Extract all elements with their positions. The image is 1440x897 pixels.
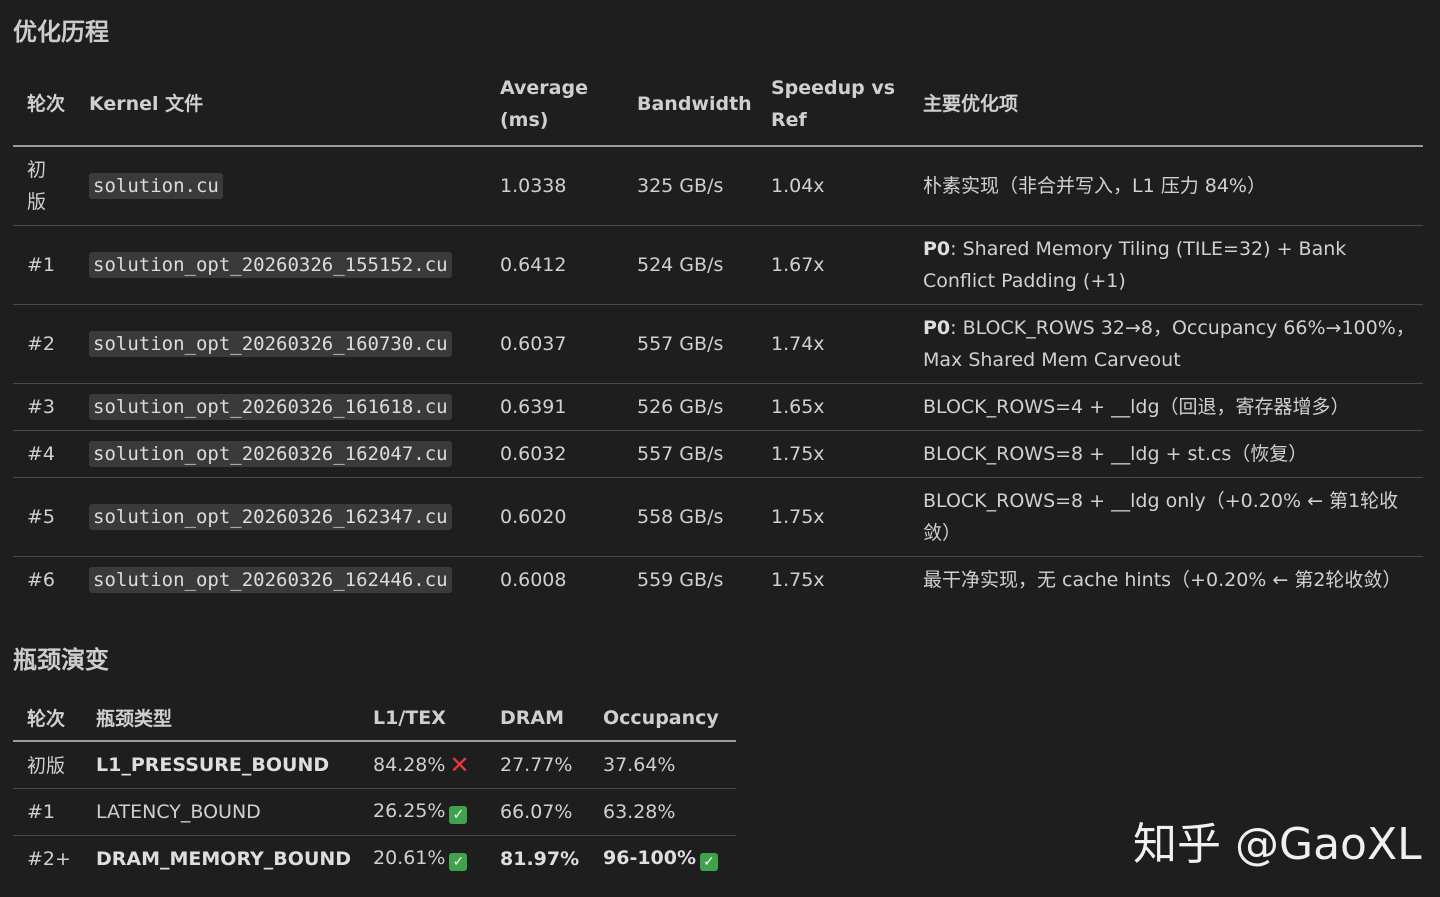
cell-average: 0.6020 xyxy=(500,505,567,528)
cell-optimization: 最干净实现，无 cache hints（+0.20% ← 第2轮收敛） xyxy=(923,568,1402,591)
cell-speedup: 1.75x xyxy=(771,442,825,465)
cell-bandwidth: 557 GB/s xyxy=(637,332,724,355)
cell-dram: 81.97% xyxy=(500,847,580,870)
cell-round: #4 xyxy=(27,442,56,465)
cell-average: 0.6412 xyxy=(500,253,567,276)
cell-kernel: solution_opt_20260326_162446.cu xyxy=(75,556,486,603)
bottleneck-table: 轮次 瓶颈类型 L1/TEX DRAM Occupancy 初版 L1_PRES… xyxy=(13,695,736,882)
kernel-filename: solution_opt_20260326_161618.cu xyxy=(89,393,452,420)
cell-speedup: 1.75x xyxy=(771,505,825,528)
cell-occupancy: 96-100% ✓ xyxy=(589,835,736,882)
cell-l1tex: 84.28% ✕ xyxy=(373,750,470,779)
table-header-row: 轮次 瓶颈类型 L1/TEX DRAM Occupancy xyxy=(13,695,736,741)
table-row: #4 solution_opt_20260326_162047.cu 0.603… xyxy=(13,430,1423,477)
cell-round: 初版 xyxy=(27,755,66,778)
section-title-history: 优化历程 xyxy=(13,18,109,46)
check-mark-icon: ✓ xyxy=(449,805,468,824)
cell-average: 0.6391 xyxy=(500,395,567,418)
table-row: #2+ DRAM_MEMORY_BOUND 20.61% ✓ 81.97% 96-… xyxy=(13,835,736,882)
header-round: 轮次 xyxy=(27,708,66,730)
cell-speedup: 1.74x xyxy=(771,332,825,355)
cell-bandwidth: 526 GB/s xyxy=(637,395,724,418)
header-opt: 主要优化项 xyxy=(923,92,1019,115)
cell-bandwidth: 524 GB/s xyxy=(637,253,724,276)
cell-kernel: solution_opt_20260326_161618.cu xyxy=(75,383,486,430)
cell-average: 0.6008 xyxy=(500,568,567,591)
cell-speedup: 1.67x xyxy=(771,253,825,276)
cell-round: #2 xyxy=(27,332,56,355)
cell-speedup: 1.75x xyxy=(771,568,825,591)
section-title-bottleneck: 瓶颈演变 xyxy=(13,646,109,674)
header-average: Average (ms) xyxy=(500,76,588,131)
cell-l1tex: 26.25% ✓ xyxy=(359,788,486,835)
priority-label: P0 xyxy=(923,237,951,260)
cell-kernel: solution_opt_20260326_160730.cu xyxy=(75,304,486,383)
cell-dram: 66.07% xyxy=(500,800,573,823)
cell-bandwidth: 558 GB/s xyxy=(637,505,724,528)
header-bandwidth: Bandwidth xyxy=(637,92,752,115)
table-row: #2 solution_opt_20260326_160730.cu 0.603… xyxy=(13,304,1423,383)
cell-occupancy: 63.28% xyxy=(603,800,676,823)
cell-optimization: BLOCK_ROWS=8 + __ldg + st.cs（恢复） xyxy=(923,442,1308,465)
header-kernel: Kernel 文件 xyxy=(89,92,204,115)
kernel-filename: solution_opt_20260326_162047.cu xyxy=(89,440,452,467)
cell-type: L1_PRESSURE_BOUND xyxy=(96,753,330,776)
cell-speedup: 1.04x xyxy=(771,174,825,197)
cell-type: LATENCY_BOUND xyxy=(96,800,261,823)
cell-average: 1.0338 xyxy=(500,174,567,197)
priority-label: P0 xyxy=(923,316,951,339)
cell-optimization: P0: Shared Memory Tiling (TILE=32) + Ban… xyxy=(923,237,1347,292)
cell-kernel: solution_opt_20260326_155152.cu xyxy=(75,225,486,304)
table-row: #5 solution_opt_20260326_162347.cu 0.602… xyxy=(13,477,1423,556)
cell-round: #5 xyxy=(27,505,56,528)
cell-average: 0.6037 xyxy=(500,332,567,355)
cell-speedup: 1.65x xyxy=(771,395,825,418)
header-occupancy: Occupancy xyxy=(603,706,719,729)
header-dram: DRAM xyxy=(500,706,565,729)
cell-bandwidth: 557 GB/s xyxy=(637,442,724,465)
cell-type: DRAM_MEMORY_BOUND xyxy=(96,847,352,870)
check-mark-icon: ✓ xyxy=(700,852,719,871)
cross-mark-icon: ✕ xyxy=(449,750,470,779)
cell-bandwidth: 325 GB/s xyxy=(637,174,724,197)
table-row: 初版 L1_PRESSURE_BOUND 84.28% ✕ 27.77% 37.6… xyxy=(13,741,736,788)
cell-average: 0.6032 xyxy=(500,442,567,465)
cell-round: 初版 xyxy=(27,158,47,213)
kernel-filename: solution_opt_20260326_155152.cu xyxy=(89,251,452,278)
table-row: #3 solution_opt_20260326_161618.cu 0.639… xyxy=(13,383,1423,430)
cell-round: #1 xyxy=(27,800,56,823)
kernel-filename: solution_opt_20260326_162446.cu xyxy=(89,566,452,593)
cell-optimization: BLOCK_ROWS=8 + __ldg only（+0.20% ← 第1轮收敛… xyxy=(923,489,1399,544)
kernel-filename: solution_opt_20260326_160730.cu xyxy=(89,330,452,357)
watermark: 知乎 @GaoXL xyxy=(1133,819,1422,870)
header-round: 轮次 xyxy=(27,92,66,115)
cell-optimization: 朴素实现（非合并写入，L1 压力 84%） xyxy=(923,174,1266,197)
cell-bandwidth: 559 GB/s xyxy=(637,568,724,591)
header-l1tex: L1/TEX xyxy=(373,706,446,729)
cell-round: #6 xyxy=(27,568,56,591)
cell-dram: 27.77% xyxy=(500,753,573,776)
table-row: #6 solution_opt_20260326_162446.cu 0.600… xyxy=(13,556,1423,603)
table-row: #1 solution_opt_20260326_155152.cu 0.641… xyxy=(13,225,1423,304)
cell-round: #3 xyxy=(27,395,56,418)
kernel-filename: solution.cu xyxy=(89,172,223,199)
cell-optimization: BLOCK_ROWS=4 + __ldg（回退，寄存器增多） xyxy=(923,395,1350,418)
cell-kernel: solution.cu xyxy=(75,146,486,225)
cell-round: #2+ xyxy=(27,847,71,870)
cell-round: #1 xyxy=(27,253,56,276)
cell-kernel: solution_opt_20260326_162347.cu xyxy=(75,477,486,556)
table-row: 初版 solution.cu 1.0338 325 GB/s 1.04x 朴素实… xyxy=(13,146,1423,225)
cell-occupancy: 37.64% xyxy=(603,753,676,776)
optimization-history-table: 轮次 Kernel 文件 Average (ms) Bandwidth Spee… xyxy=(13,62,1423,603)
header-type: 瓶颈类型 xyxy=(96,708,173,730)
header-speedup: Speedup vs Ref xyxy=(771,76,896,131)
table-header-row: 轮次 Kernel 文件 Average (ms) Bandwidth Spee… xyxy=(13,62,1423,146)
table-row: #1 LATENCY_BOUND 26.25% ✓ 66.07% 63.28% xyxy=(13,788,736,835)
cell-l1tex: 20.61% ✓ xyxy=(359,835,486,882)
kernel-filename: solution_opt_20260326_162347.cu xyxy=(89,503,452,530)
cell-optimization: P0: BLOCK_ROWS 32→8，Occupancy 66%→100%，M… xyxy=(923,316,1415,371)
check-mark-icon: ✓ xyxy=(449,852,468,871)
cell-kernel: solution_opt_20260326_162047.cu xyxy=(75,430,486,477)
